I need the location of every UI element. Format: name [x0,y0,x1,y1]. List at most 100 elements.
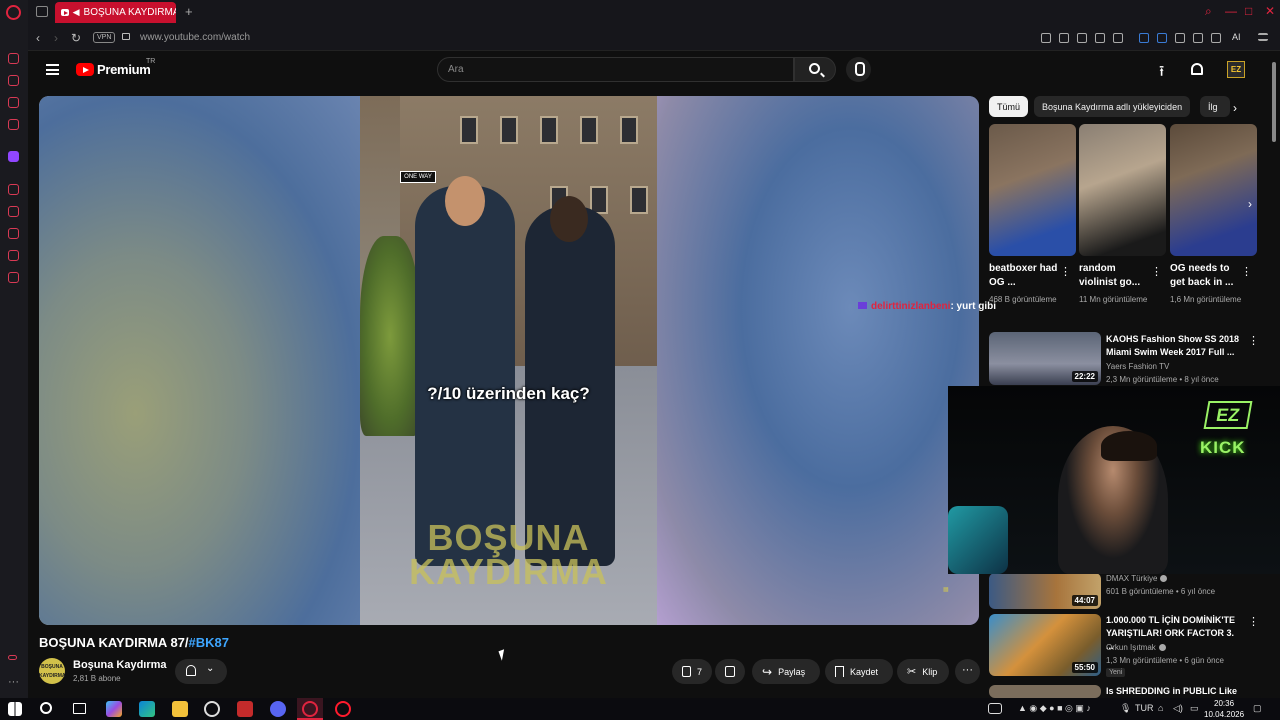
upload-icon[interactable]: ⭱ [1159,61,1164,86]
save-button[interactable]: Kaydet [825,659,893,684]
easy-setup-icon[interactable] [1258,33,1268,41]
bookmark-page-icon[interactable] [1041,33,1051,43]
dislike-button[interactable] [715,659,745,684]
translate-extension-icon[interactable] [1157,33,1167,43]
speaker-icon[interactable]: ◀ [73,7,80,18]
tray-language[interactable]: TUR [1135,703,1154,713]
menu-icon[interactable] [46,64,59,75]
reload-icon[interactable]: ↻ [71,31,81,45]
shorts-next-icon[interactable]: › [1248,197,1252,211]
sidebar-messenger-icon[interactable] [8,97,19,108]
chip-all[interactable]: Tümü [989,96,1029,117]
sidebar-twitch-icon[interactable] [8,151,19,162]
rec-channel[interactable]: Yaers Fashion TV [1106,362,1169,371]
short-title[interactable]: beatboxer had OG ... [989,262,1061,290]
sidebar-extensions-icon[interactable] [8,250,19,261]
account-avatar[interactable]: EZ [1227,61,1245,78]
aria-ai-button[interactable]: AI [1232,32,1241,42]
notifications-icon[interactable] [1191,63,1203,75]
rec-channel[interactable]: Orkun Işıtmak [1106,643,1166,652]
tab-active[interactable]: ◀ BOŞUNA KAYDIRMA 87 [55,2,176,23]
rec-thumbnail[interactable]: 22:22 [989,332,1101,385]
short-more-icon[interactable]: ⋮ [1241,265,1252,278]
profile-extension-icon[interactable] [1193,33,1203,43]
short-more-icon[interactable]: ⋮ [1151,265,1162,278]
rec-channel-name[interactable]: Orkun Işıtmak [1106,643,1156,652]
vpn-badge[interactable]: VPN [93,32,116,43]
search-tabs-icon[interactable]: ⌕ [1205,4,1212,19]
rec-title[interactable]: KAOHS Fashion Show SS 2018 Miami Swim We… [1106,333,1241,359]
video-frame[interactable]: ONE WAY ?/10 üzerinden kaç? BOŞUNA KAYDI… [360,96,657,625]
download-icon[interactable] [1211,33,1221,43]
copilot-icon[interactable] [106,701,122,717]
edge-icon[interactable] [139,701,155,717]
audio-extension-icon[interactable] [1139,33,1149,43]
maximize-icon[interactable]: □ [1245,4,1252,18]
task-view-icon[interactable] [73,703,86,714]
rec-channel[interactable]: DMAX Türkiye [1106,574,1168,583]
snapshot-icon[interactable] [1059,33,1069,43]
opera-logo-icon[interactable] [6,5,21,20]
rec-more-icon[interactable]: ⋮ [1248,334,1259,347]
video-hashtag[interactable]: #BK87 [189,635,229,650]
taskbar-clock[interactable]: 20:36 10.04.2026 [1204,698,1244,720]
opera-gx-icon[interactable] [302,701,318,717]
forward-icon[interactable]: › [54,31,58,45]
notification-center-icon[interactable]: ▢ [1253,703,1262,714]
new-tab-button[interactable]: + [185,4,193,19]
like-button[interactable]: 7 [672,659,712,684]
discord-icon[interactable] [270,701,286,717]
obs-icon[interactable] [204,701,220,717]
voice-search-button[interactable] [846,57,871,82]
rec-title[interactable]: Is SHREDDING in PUBLIC Like ... [1106,685,1241,698]
voicemeeter-icon[interactable] [237,701,253,717]
heart-icon[interactable] [1113,33,1123,43]
minimize-icon[interactable]: — [1225,4,1237,18]
youtube-logo-icon[interactable] [76,63,94,76]
more-actions-icon[interactable]: ··· [955,659,980,684]
channel-avatar[interactable]: BOŞUNA KAYDIRMA [39,658,65,684]
video-player[interactable]: ONE WAY ?/10 üzerinden kaç? BOŞUNA KAYDI… [39,96,979,625]
rec-thumbnail[interactable]: 44:07 [989,573,1101,609]
tray-volume-icon[interactable]: ◁) [1173,703,1183,714]
sidebar-gx-icon[interactable] [8,655,17,660]
page-scrollbar[interactable] [1271,52,1277,688]
file-explorer-icon[interactable] [172,701,188,717]
opera-icon[interactable] [335,701,351,717]
search-input[interactable]: Ara [437,57,794,82]
tray-battery-icon[interactable]: ▭ [1190,703,1199,714]
tray-icons[interactable]: ▲ ◉ ◆ ● ■ ◎ ▣ ♪ [1018,703,1091,714]
short-title[interactable]: random violinist go... [1079,262,1151,290]
subscribed-bell-button[interactable]: ⌄ [175,659,227,684]
share-button[interactable]: ↪ Paylaş [752,659,820,684]
sidebar-pinboard-icon[interactable] [8,206,19,217]
close-icon[interactable]: ✕ [1265,4,1275,18]
url-field[interactable]: www.youtube.com/watch [140,32,250,43]
puzzle-extension-icon[interactable] [1175,33,1185,43]
sidebar-settings-icon[interactable] [8,272,19,283]
short-thumbnail[interactable] [1079,124,1166,256]
scrollbar-thumb[interactable] [1272,62,1276,142]
sidebar-bookmark-icon[interactable] [8,75,19,86]
channel-name[interactable]: Boşuna Kaydırma [73,659,167,671]
rec-thumbnail[interactable] [989,685,1101,698]
clip-button[interactable]: ✂ Klip [897,659,949,684]
sidebar-whatsapp-icon[interactable] [8,119,19,130]
shield-icon[interactable] [1077,33,1087,43]
tray-mic-icon[interactable]: 🎙 [1120,703,1131,714]
sidebar-more-icon[interactable]: ··· [8,676,19,688]
chips-next-icon[interactable]: › [1233,101,1237,115]
short-thumbnail[interactable] [989,124,1076,256]
short-thumbnail[interactable] [1170,124,1257,256]
rec-more-icon[interactable]: ⋮ [1248,615,1259,628]
sidebar-player-icon[interactable] [8,184,19,195]
youtube-premium-logo[interactable]: Premium [97,62,151,77]
short-more-icon[interactable]: ⋮ [1060,265,1071,278]
tray-network-icon[interactable]: ⌂ [1158,703,1163,713]
chip-from-uploader[interactable]: Boşuna Kaydırma adlı yükleyiciden [1034,96,1191,117]
rec-thumbnail[interactable]: 55:50 [989,614,1101,676]
sidebar-history-icon[interactable] [8,53,19,64]
short-title[interactable]: OG needs to get back in ... [1170,262,1242,290]
chip-related[interactable]: İlg [1200,96,1230,117]
sidebar-clock-icon[interactable] [8,228,19,239]
